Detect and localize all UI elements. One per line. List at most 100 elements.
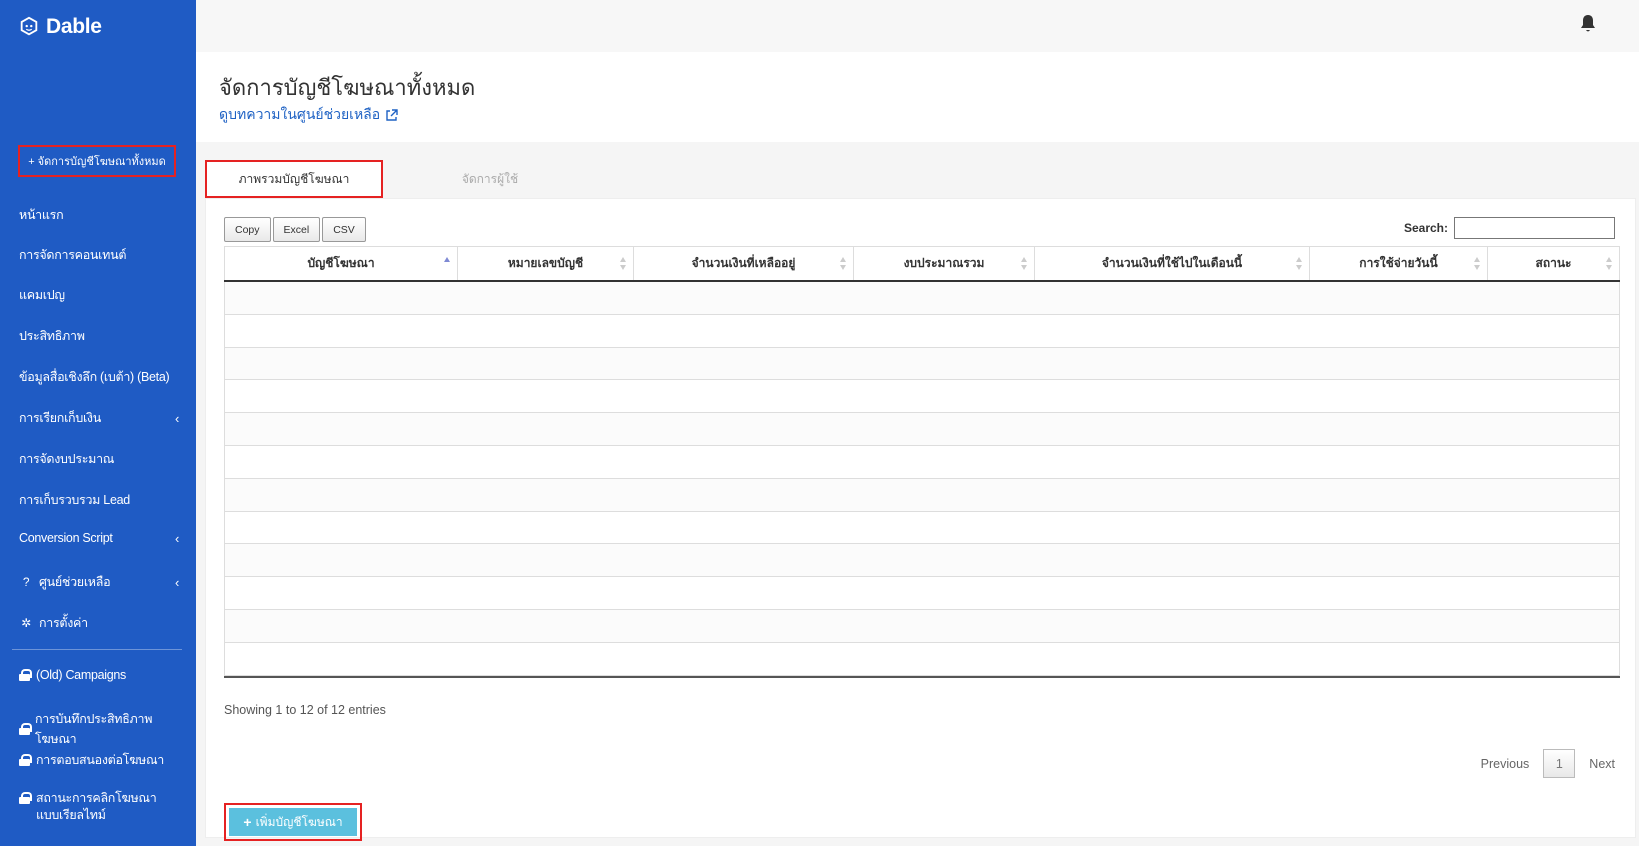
sidebar-item-realtime-clicks[interactable]: สถานะการคลิกโฆษณาแบบเรียลไทม์ [19,790,179,824]
sidebar-item-media-insights[interactable]: ข้อมูลสื่อเชิงลึก (เบต้า) (Beta) [19,367,179,387]
brand-logo[interactable]: Dable [18,14,102,40]
chevron-left-icon: ‹ [174,410,179,426]
table-row[interactable] [224,511,1620,545]
sidebar-item-budget[interactable]: การจัดงบประมาณ [19,449,179,469]
sidebar-item-home[interactable]: หน้าแรก [19,205,179,225]
bell-icon[interactable] [1579,14,1597,34]
lock-icon [19,792,32,804]
column-header-spend-today[interactable]: การใช้จ่ายวันนี้ [1309,247,1487,280]
sidebar-item-label: การจัดงบประมาณ [19,452,115,466]
column-header-spent-this-month[interactable]: จำนวนเงินที่ใช้ไปในเดือนนี้ [1034,247,1309,280]
brand-name: Dable [46,15,102,38]
sort-icon [840,257,847,271]
table-row[interactable] [224,445,1620,479]
sidebar: Dable + จัดการบัญชีโฆษณาทั้งหมด หน้าแรก … [0,0,196,846]
sidebar-item-ad-response[interactable]: การตอบสนองต่อโฆษณา [19,750,179,770]
sidebar-item-label: (Old) Campaigns [36,668,126,682]
sidebar-item-label: การจัดการคอนเทนต์ [19,248,127,262]
sidebar-item-campaign[interactable]: แคมเปญ [19,285,179,305]
sidebar-divider [12,649,182,650]
next-page-button[interactable]: Next [1589,757,1615,771]
column-label: การใช้จ่ายวันนี้ [1359,256,1438,270]
table-row[interactable] [224,380,1620,414]
help-center-link[interactable]: ดูบทความในศูนย์ช่วยเหลือ [219,104,398,126]
sidebar-item-settings[interactable]: ✲ การตั้งค่า [19,613,179,633]
tab-label: ภาพรวมบัญชีโฆษณา [238,171,350,186]
sort-icon [1296,257,1303,271]
tab-ad-account-overview[interactable]: ภาพรวมบัญชีโฆษณา [205,160,383,198]
sidebar-item-lead[interactable]: การเก็บรวบรวม Lead [19,490,179,510]
sidebar-cta-label: + จัดการบัญชีโฆษณาทั้งหมด [28,156,166,168]
table-row[interactable] [224,544,1620,578]
question-icon: ? [22,575,30,589]
sidebar-item-performance[interactable]: ประสิทธิภาพ [19,326,179,346]
table-row[interactable] [224,478,1620,512]
sidebar-item-label: หน้าแรก [19,208,64,222]
sidebar-item-help-center[interactable]: ? ศูนย์ช่วยเหลือ ‹ [19,572,179,592]
sidebar-item-label: การเก็บรวบรวม Lead [19,493,130,507]
sort-icon [620,257,627,271]
column-label: บัญชีโฆษณา [307,256,375,270]
search-input[interactable] [1454,217,1615,239]
sort-icon [1606,257,1613,271]
column-header-status[interactable]: สถานะ [1487,247,1620,280]
sidebar-item-label: แคมเปญ [19,288,65,302]
sidebar-item-label: การบันทึกประสิทธิภาพโฆษณา [35,712,153,746]
column-header-ad-account[interactable]: บัญชีโฆษณา [224,247,457,280]
sidebar-item-label: สถานะการคลิกโฆษณาแบบเรียลไทม์ [36,791,157,822]
table-row[interactable] [224,282,1620,315]
sort-icon [1474,257,1481,271]
page-header: จัดการบัญชีโฆษณาทั้งหมด ดูบทความในศูนย์ช… [196,52,1639,142]
column-label: หมายเลขบัญชี [507,256,584,270]
table-row[interactable] [224,314,1620,348]
plus-icon: + [243,814,252,830]
table-row[interactable] [224,577,1620,610]
table-row[interactable] [224,609,1620,643]
lock-icon [19,669,32,681]
sort-ascending-icon [444,257,451,271]
sidebar-item-label: การตั้งค่า [39,616,88,630]
column-label: จำนวนเงินที่ใช้ไปในเดือนนี้ [1101,256,1243,270]
ad-accounts-table: บัญชีโฆษณา หมายเลขบัญชี จำนวนเงินที่เหลื… [224,246,1620,678]
previous-page-button[interactable]: Previous [1481,757,1530,771]
sidebar-item-conversion-script[interactable]: Conversion Script ‹ [19,530,179,546]
page-1-button[interactable]: 1 [1543,749,1576,778]
table-row[interactable] [224,347,1620,381]
tab-user-management[interactable]: จัดการผู้ใช้ [401,160,579,198]
column-header-total-budget[interactable]: งบประมาณรวม [853,247,1034,280]
tab-panel: Copy Excel CSV Search: บัญชีโฆษณา หมายเล… [205,198,1636,841]
search-label: Search: [1403,221,1448,235]
sidebar-item-content[interactable]: การจัดการคอนเทนต์ [19,245,179,265]
excel-button[interactable]: Excel [272,217,321,242]
gear-icon: ✲ [21,616,31,630]
tab-label: จัดการผู้ใช้ [461,171,519,186]
manage-all-ad-accounts-button[interactable]: + จัดการบัญชีโฆษณาทั้งหมด [18,145,176,177]
sidebar-item-label: การเรียกเก็บเงิน [19,411,101,425]
column-label: งบประมาณรวม [903,256,985,270]
csv-button[interactable]: CSV [322,217,366,242]
column-header-account-number[interactable]: หมายเลขบัญชี [457,247,633,280]
sidebar-item-label: การตอบสนองต่อโฆษณา [36,753,165,767]
sidebar-item-ad-performance-log[interactable]: การบันทึกประสิทธิภาพโฆษณา [19,709,179,749]
copy-button[interactable]: Copy [224,217,271,242]
table-row[interactable] [224,642,1620,676]
export-buttons: Copy Excel CSV [224,217,366,242]
column-header-remaining-amount[interactable]: จำนวนเงินที่เหลืออยู่ [633,247,853,280]
chevron-left-icon: ‹ [174,574,179,590]
add-ad-account-button[interactable]: + เพิ่มบัญชีโฆษณา [224,803,362,841]
sidebar-item-label: ข้อมูลสื่อเชิงลึก (เบต้า) (Beta) [19,370,170,384]
table-header: บัญชีโฆษณา หมายเลขบัญชี จำนวนเงินที่เหลื… [224,246,1620,282]
add-ad-account-button-inner: + เพิ่มบัญชีโฆษณา [229,808,357,836]
table-body [224,282,1620,678]
sidebar-item-old-campaigns[interactable]: (Old) Campaigns [19,668,179,682]
sidebar-item-label: ประสิทธิภาพ [19,329,85,343]
lock-icon [19,723,32,735]
main-content: ภาพรวมบัญชีโฆษณา จัดการผู้ใช้ Copy Excel… [205,158,1636,841]
sort-icon [1021,257,1028,271]
sidebar-item-billing[interactable]: การเรียกเก็บเงิน ‹ [19,408,179,428]
table-row[interactable] [224,413,1620,446]
pagination: Previous 1 Next [1481,749,1615,778]
external-link-icon [386,108,398,121]
chevron-left-icon: ‹ [174,530,179,546]
dable-logo-icon [20,16,38,36]
